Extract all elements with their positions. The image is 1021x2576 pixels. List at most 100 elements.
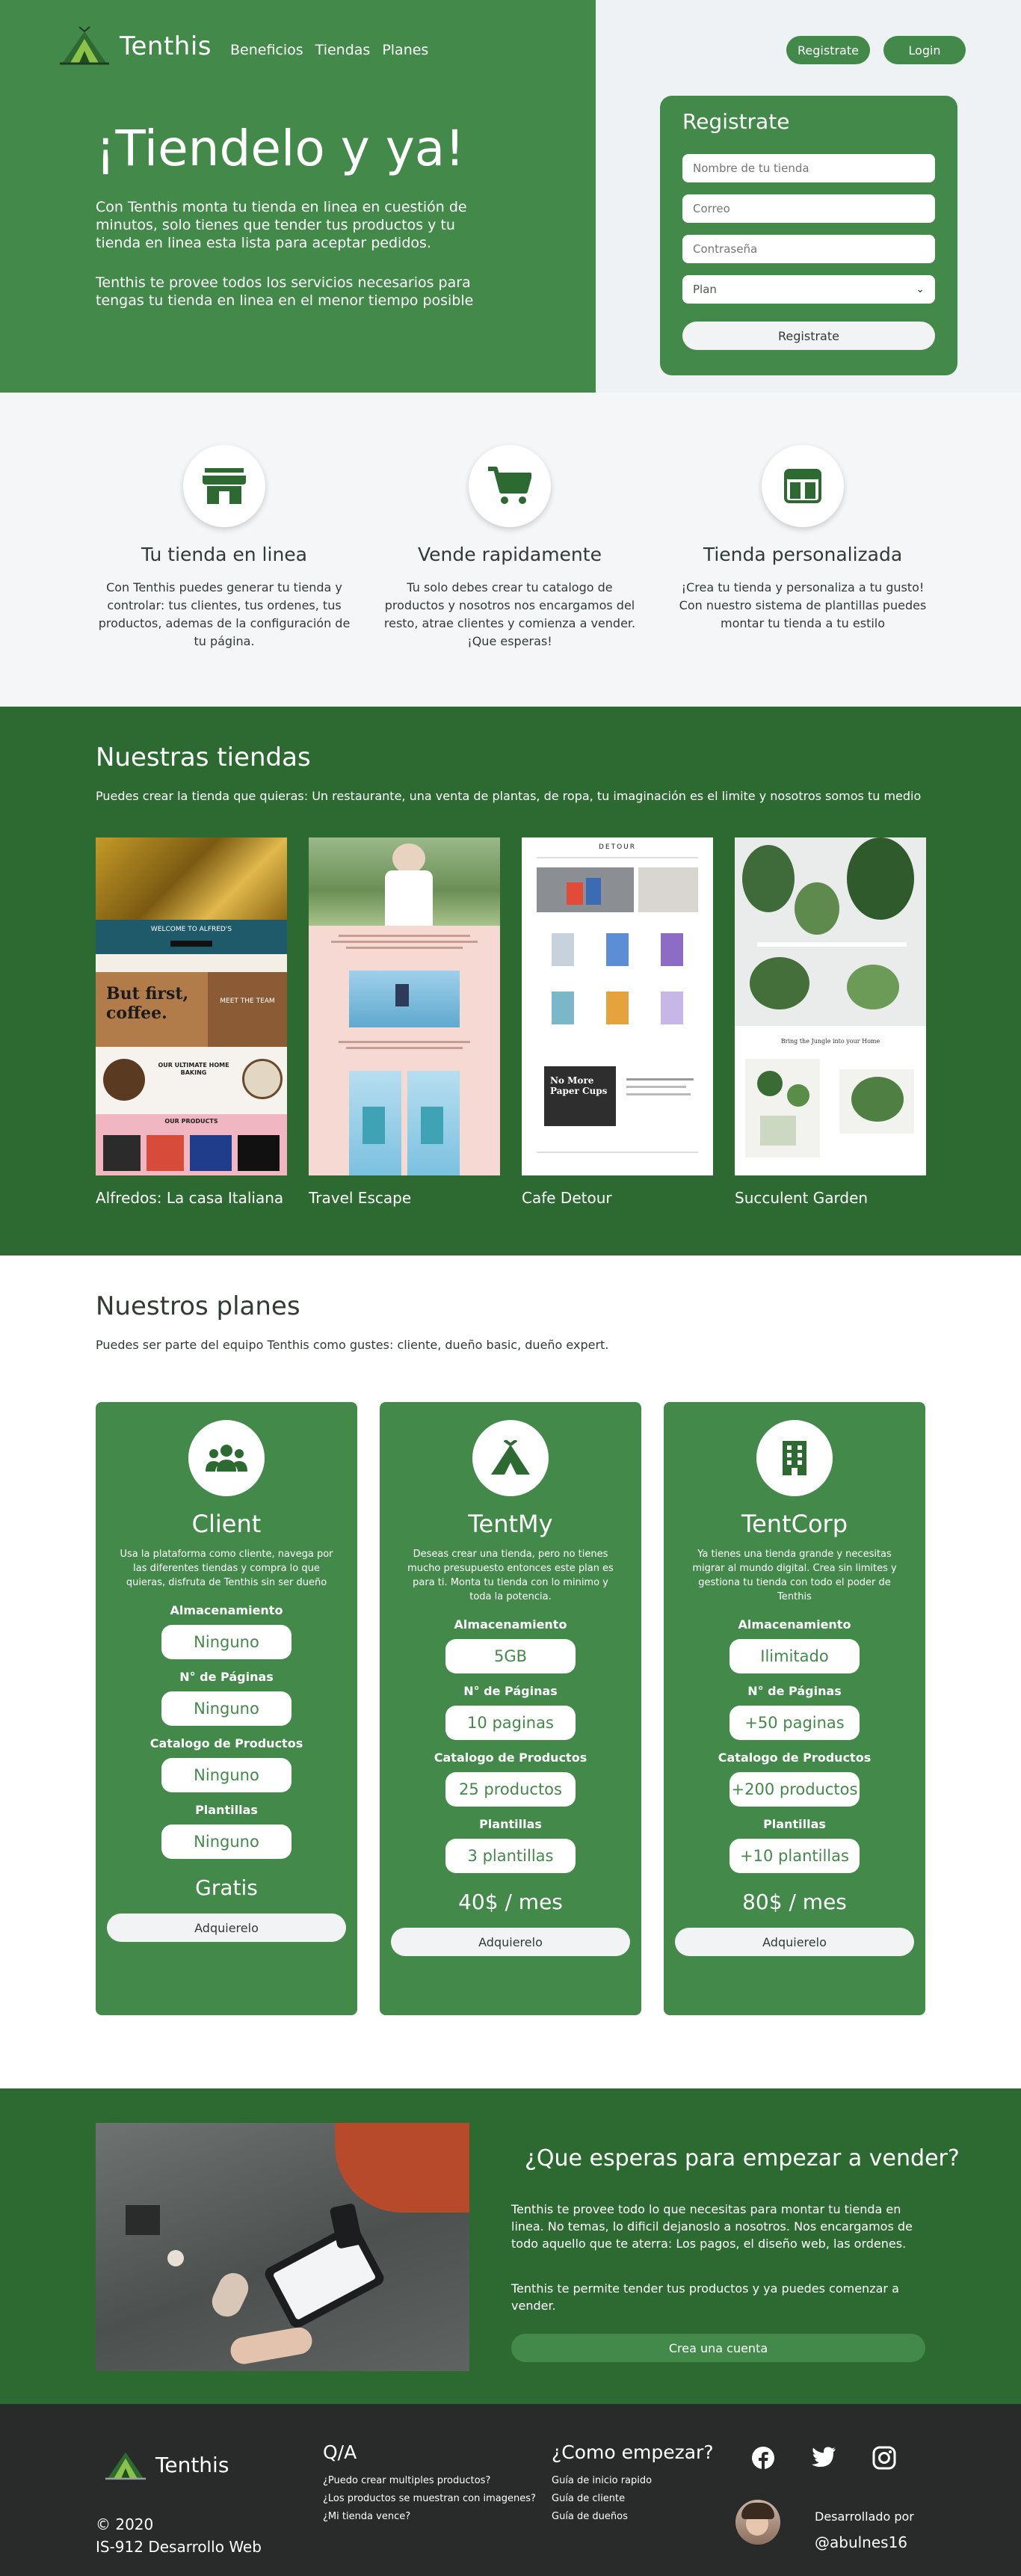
footer-start-title: ¿Como empezar?: [552, 2441, 714, 2463]
cta-section: ¿Que esperas para empezar a vender? Tent…: [0, 2088, 1021, 2404]
store-name[interactable]: Travel Escape: [309, 1189, 500, 1207]
spec-value-catalog: +200 productos: [729, 1772, 860, 1807]
spec-label-catalog: Catalogo de Productos: [718, 1750, 872, 1765]
nav-buttons: Registrate Login: [786, 36, 966, 64]
spec-label-templates: Plantillas: [763, 1817, 826, 1831]
plan-icon-circle: [756, 1420, 833, 1496]
store-img-text: OUR PRODUCTS: [164, 1118, 218, 1125]
plan-price: 40$ / mes: [458, 1890, 563, 1914]
nav-link-tiendas[interactable]: Tiendas: [315, 42, 371, 58]
spec-value-catalog: Ninguno: [161, 1758, 292, 1792]
spec-value-pages: Ninguno: [161, 1691, 292, 1726]
feature-icon-circle: [183, 445, 265, 527]
feature-title: Vende rapidamente: [418, 544, 602, 565]
cta-image: [96, 2123, 469, 2371]
store-img-text: DETOUR: [598, 843, 637, 851]
stores-section: Nuestras tiendas Puedes crear la tienda …: [0, 707, 1021, 1255]
spec-label-pages: N° de Páginas: [179, 1670, 274, 1684]
spec-value-templates: 3 plantillas: [445, 1839, 576, 1873]
store-name-input[interactable]: [682, 154, 935, 182]
footer-brand-name: Tenthis: [155, 2452, 229, 2477]
store-name[interactable]: Alfredos: La casa Italiana: [96, 1189, 287, 1207]
copyright-text: © 2020: [96, 2515, 154, 2533]
nav-link-beneficios[interactable]: Beneficios: [230, 42, 303, 58]
developer-label: Desarrollado por: [815, 2509, 914, 2524]
spec-value-pages: +50 paginas: [729, 1706, 860, 1740]
register-submit-button[interactable]: Registrate: [682, 322, 935, 350]
login-button[interactable]: Login: [883, 36, 966, 64]
store-card[interactable]: WELCOME TO ALFRED'S But first, coffee. M…: [96, 837, 287, 1207]
nav-link-planes[interactable]: Planes: [382, 42, 428, 58]
email-input[interactable]: [682, 194, 935, 223]
buy-plan-button[interactable]: Adquierelo: [391, 1928, 630, 1956]
nav-links: Beneficios Tiendas Planes: [230, 42, 428, 58]
footer-link[interactable]: ¿Los productos se muestran con imagenes?: [323, 2490, 536, 2508]
cta-description-2: Tenthis te permite tender tus productos …: [511, 2281, 899, 2313]
feature-title: Tu tienda en linea: [141, 544, 307, 565]
register-form: Registrate Plan ⌄ Registrate: [660, 96, 957, 375]
feature-title: Tienda personalizada: [703, 544, 903, 565]
course-text: IS-912 Desarrollo Web: [96, 2538, 262, 2556]
store-preview-image[interactable]: [309, 837, 500, 1175]
plan-select-value: Plan: [693, 283, 717, 296]
twitter-icon[interactable]: [811, 2446, 836, 2468]
footer-link[interactable]: ¿Puedo crear multiples productos?: [323, 2472, 536, 2490]
plan-select[interactable]: Plan ⌄: [682, 275, 935, 304]
spec-value-storage: 5GB: [445, 1639, 576, 1673]
plan-name: TentMy: [468, 1510, 553, 1538]
hero-description: Con Tenthis monta tu tienda en linea en …: [96, 199, 467, 251]
store-preview-image[interactable]: Bring the Jungle into your Home: [735, 837, 926, 1175]
stores-title: Nuestras tiendas: [96, 743, 311, 772]
create-account-button[interactable]: Crea una cuenta: [511, 2334, 925, 2362]
spec-label-storage: Almacenamiento: [170, 1603, 283, 1617]
footer-start-column: ¿Como empezar? Guía de inicio rapido Guí…: [552, 2441, 714, 2526]
store-img-text: WELCOME TO ALFRED'S: [150, 926, 232, 933]
spec-label-catalog: Catalogo de Productos: [149, 1736, 303, 1750]
feature-card: Vende rapidamente Tu solo debes crear tu…: [375, 445, 644, 651]
footer-link[interactable]: ¿Mi tienda vence?: [323, 2508, 536, 2526]
buy-plan-button[interactable]: Adquierelo: [675, 1928, 914, 1956]
store-name[interactable]: Succulent Garden: [735, 1189, 926, 1207]
store-name[interactable]: Cafe Detour: [522, 1189, 713, 1207]
facebook-icon[interactable]: [751, 2446, 775, 2470]
spec-label-pages: N° de Páginas: [463, 1684, 558, 1698]
spec-label-pages: N° de Páginas: [747, 1684, 842, 1698]
register-button[interactable]: Registrate: [786, 36, 870, 64]
feature-text: Tu solo debes crear tu catalogo de produ…: [383, 580, 636, 648]
instagram-icon[interactable]: [872, 2446, 896, 2470]
plans-subtitle: Puedes ser parte del equipo Tenthis como…: [96, 1338, 609, 1352]
shopping-cart-icon: [488, 467, 531, 504]
store-preview-image[interactable]: WELCOME TO ALFRED'S But first, coffee. M…: [96, 837, 287, 1175]
store-img-text: OUR ULTIMATE HOME BAKING: [158, 1062, 229, 1076]
store-img-text: No More Paper Cups: [550, 1075, 608, 1096]
building-icon: [783, 1441, 806, 1475]
plans-title: Nuestros planes: [96, 1291, 300, 1321]
footer-link[interactable]: Guía de dueños: [552, 2508, 714, 2526]
store-icon: [203, 468, 246, 504]
plan-icon-circle: [188, 1420, 265, 1496]
plan-icon-circle: [472, 1420, 549, 1496]
buy-plan-button[interactable]: Adquierelo: [107, 1913, 346, 1942]
top-nav: Tenthis Beneficios Tiendas Planes Regist…: [0, 0, 1021, 99]
brand-name: Tenthis: [120, 31, 212, 61]
spec-label-templates: Plantillas: [195, 1803, 258, 1817]
footer-link[interactable]: Guía de inicio rapido: [552, 2472, 714, 2490]
store-card[interactable]: DETOUR No More Paper Cups Cafe Detour: [522, 837, 713, 1207]
footer-brand[interactable]: Tenthis: [105, 2447, 229, 2482]
plan-price: 80$ / mes: [742, 1890, 847, 1914]
store-img-text: But first, coffee.: [106, 984, 189, 1023]
footer-link[interactable]: Guía de cliente: [552, 2490, 714, 2508]
password-input[interactable]: [682, 235, 935, 263]
brand[interactable]: Tenthis: [60, 25, 212, 67]
feature-icon-circle: [762, 445, 844, 527]
store-card[interactable]: Travel Escape: [309, 837, 500, 1207]
feature-text: Con Tenthis puedes generar tu tienda y c…: [98, 580, 351, 648]
spec-label-storage: Almacenamiento: [738, 1617, 851, 1632]
chevron-down-icon: ⌄: [916, 283, 925, 295]
store-preview-image[interactable]: DETOUR No More Paper Cups: [522, 837, 713, 1175]
developer-credit: Desarrollado por @abulnes16: [815, 2504, 914, 2555]
spec-label-templates: Plantillas: [479, 1817, 542, 1831]
store-card[interactable]: Bring the Jungle into your Home Succulen…: [735, 837, 926, 1207]
developer-handle[interactable]: @abulnes16: [815, 2530, 914, 2555]
plan-price: Gratis: [195, 1875, 258, 1900]
